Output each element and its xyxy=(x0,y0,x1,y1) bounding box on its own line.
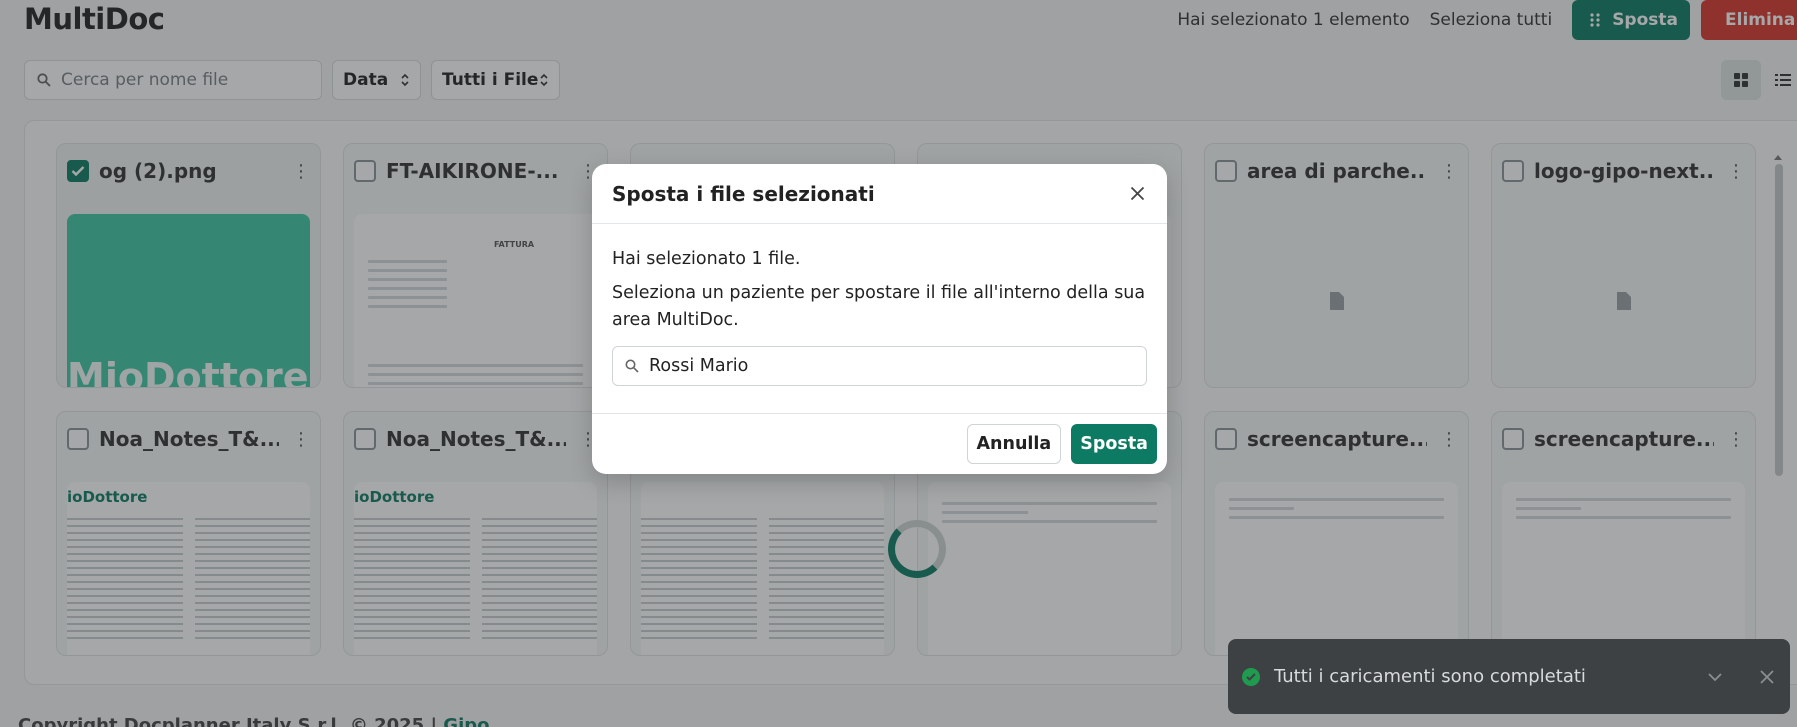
close-icon[interactable] xyxy=(1758,668,1776,686)
chevron-down-icon[interactable] xyxy=(1706,668,1724,686)
dialog-title: Sposta i file selezionati xyxy=(612,181,875,206)
patient-search-input[interactable] xyxy=(649,356,1129,376)
close-icon[interactable] xyxy=(1127,184,1147,204)
dialog-header: Sposta i file selezionati xyxy=(592,164,1167,224)
toast-message: Tutti i caricamenti sono completati xyxy=(1274,666,1586,687)
move-files-dialog: Sposta i file selezionati Hai selezionat… xyxy=(592,164,1167,474)
search-icon xyxy=(625,359,639,373)
dialog-selected-count: Hai selezionato 1 file. xyxy=(612,249,801,269)
confirm-move-button[interactable]: Sposta xyxy=(1071,424,1157,464)
upload-toast: Tutti i caricamenti sono completati xyxy=(1228,639,1790,714)
patient-search[interactable] xyxy=(612,346,1147,386)
success-check-icon xyxy=(1242,667,1260,686)
dialog-body: Hai selezionato 1 file. Seleziona un paz… xyxy=(592,224,1167,414)
cancel-button[interactable]: Annulla xyxy=(966,424,1062,464)
dialog-footer: Annulla Sposta xyxy=(592,414,1167,474)
dialog-instruction: Seleziona un paziente per spostare il fi… xyxy=(612,283,1146,330)
